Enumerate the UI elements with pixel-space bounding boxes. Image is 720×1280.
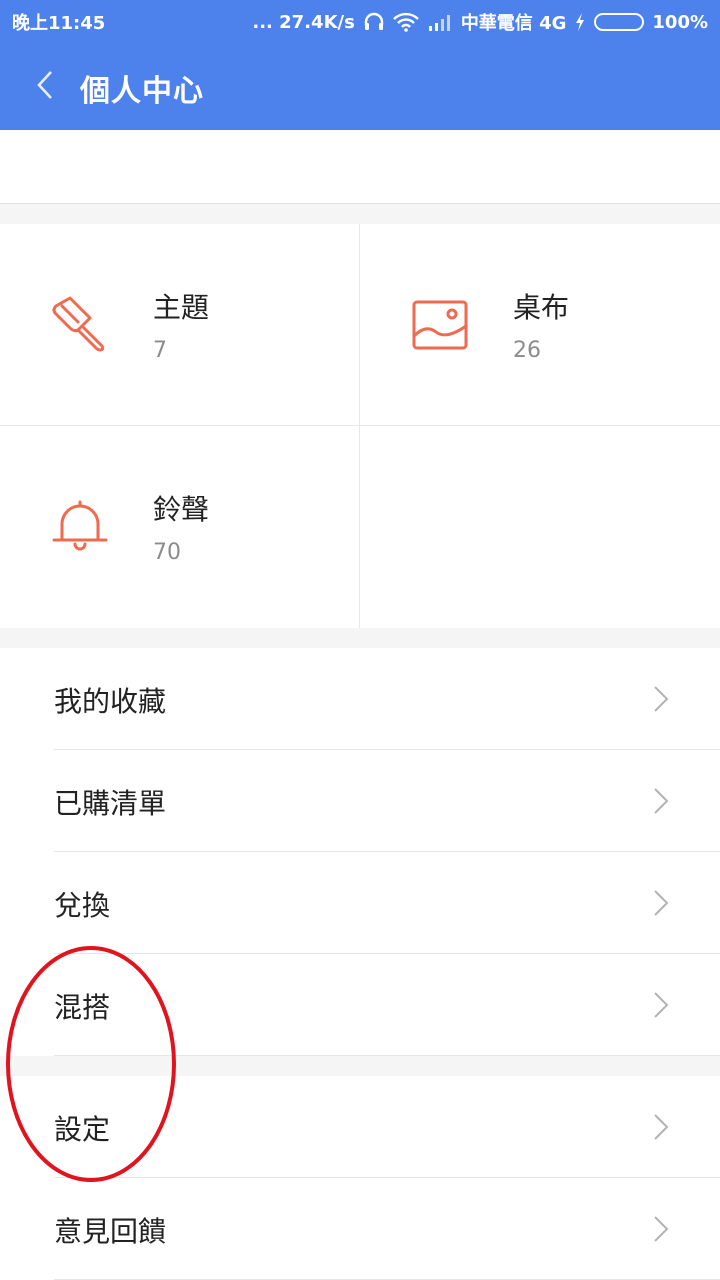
grid-item-label: 主題 bbox=[153, 291, 210, 324]
grid-item-theme[interactable]: 主題 7 bbox=[0, 224, 360, 426]
status-time: 晚上11:45 bbox=[12, 13, 106, 34]
grid-item-label: 鈴聲 bbox=[153, 493, 210, 526]
list-item-label: 混搭 bbox=[54, 991, 111, 1024]
list-item-mix[interactable]: 混搭 bbox=[0, 954, 720, 1056]
app-bar: 個人中心 bbox=[0, 40, 720, 130]
chevron-right-icon bbox=[654, 890, 669, 916]
image-icon bbox=[412, 300, 468, 350]
back-button[interactable] bbox=[22, 62, 68, 108]
top-bar: 晚上11:45 ... 27.4K/s 中華電信 4G 100% 個人中心 bbox=[0, 0, 720, 130]
grid-item-ringtone[interactable]: 鈴聲 70 bbox=[0, 426, 360, 628]
grid-item-label: 桌布 bbox=[513, 291, 570, 324]
section-divider bbox=[0, 1056, 720, 1076]
status-right: ... 27.4K/s 中華電信 4G 100% bbox=[252, 9, 708, 35]
menu-list-primary: 我的收藏 已購清單 兌換 混搭 bbox=[0, 648, 720, 1056]
list-item-label: 已購清單 bbox=[54, 787, 167, 820]
net-speed: ... 27.4K/s bbox=[252, 11, 355, 33]
status-bar: 晚上11:45 ... 27.4K/s 中華電信 4G 100% bbox=[0, 0, 720, 40]
grid-item-count: 26 bbox=[513, 338, 541, 363]
chevron-right-icon bbox=[654, 1216, 669, 1242]
grid-item-count: 7 bbox=[153, 338, 167, 363]
carrier-label: 中華電信 4G bbox=[460, 13, 567, 34]
chevron-right-icon bbox=[654, 992, 669, 1018]
paintbrush-icon bbox=[52, 296, 105, 352]
list-item-label: 意見回饋 bbox=[54, 1215, 167, 1248]
list-item-label: 設定 bbox=[54, 1113, 111, 1146]
section-divider bbox=[0, 204, 720, 224]
list-item-label: 兌換 bbox=[54, 889, 111, 922]
grid-empty-cell bbox=[360, 426, 720, 628]
grid-item-count: 70 bbox=[153, 540, 181, 565]
grid-item-wallpaper[interactable]: 桌布 26 bbox=[360, 224, 720, 426]
list-item-label: 我的收藏 bbox=[54, 685, 167, 718]
wifi-icon bbox=[392, 12, 419, 32]
list-item-redeem[interactable]: 兌換 bbox=[0, 852, 720, 954]
menu-list-secondary: 設定 意見回饋 bbox=[0, 1076, 720, 1280]
blank-band bbox=[0, 130, 720, 204]
category-grid: 主題 7 桌布 26 鈴聲 70 bbox=[0, 224, 720, 628]
charging-icon bbox=[576, 13, 585, 31]
battery-percent: 100% bbox=[652, 11, 708, 33]
chevron-right-icon bbox=[654, 788, 669, 814]
list-item-settings[interactable]: 設定 bbox=[0, 1076, 720, 1178]
chevron-left-icon bbox=[37, 71, 52, 99]
chevron-right-icon bbox=[654, 686, 669, 712]
list-item-purchased[interactable]: 已購清單 bbox=[0, 750, 720, 852]
bell-icon bbox=[52, 500, 108, 551]
signal-icon bbox=[428, 15, 450, 31]
headset-icon bbox=[364, 12, 384, 30]
list-item-feedback[interactable]: 意見回饋 bbox=[0, 1178, 720, 1280]
section-divider bbox=[0, 628, 720, 648]
page-title: 個人中心 bbox=[80, 74, 204, 109]
battery-icon bbox=[594, 13, 645, 31]
list-item-favorites[interactable]: 我的收藏 bbox=[0, 648, 720, 750]
chevron-right-icon bbox=[654, 1114, 669, 1140]
